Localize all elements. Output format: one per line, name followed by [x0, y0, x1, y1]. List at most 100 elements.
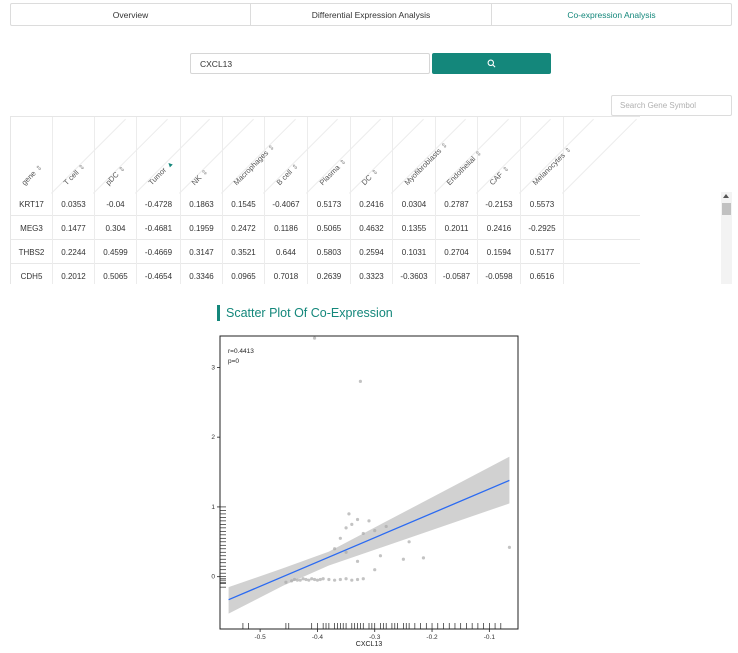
value-cell: 0.2244	[53, 240, 95, 264]
column-label-text: DC	[359, 172, 374, 187]
column-label[interactable]: T cell⇕	[62, 162, 87, 187]
column-header-dc[interactable]: DC⇕	[351, 117, 466, 194]
value-cell: -0.4681	[137, 216, 181, 240]
value-cell: -0.4728	[137, 192, 181, 216]
column-header-nk[interactable]: NK⇕	[181, 117, 296, 194]
value-cell: 0.5065	[308, 216, 351, 240]
data-point	[367, 519, 371, 523]
gene-search-input[interactable]: CXCL13	[190, 53, 430, 74]
value-cell: 0.3323	[351, 264, 393, 284]
data-point	[347, 512, 351, 516]
column-label-text: T cell	[61, 168, 81, 187]
data-point	[292, 577, 297, 582]
value-cell: 0.1594	[478, 240, 521, 264]
value-cell: 0.304	[95, 216, 137, 240]
column-header-endothelial[interactable]: Endothelial ⇕	[436, 117, 551, 194]
y-tick-label: 1	[211, 504, 215, 511]
data-point	[284, 580, 288, 584]
data-point	[290, 579, 294, 583]
column-header-t-cell[interactable]: T cell⇕	[53, 117, 168, 194]
value-cell: 0.5177	[521, 240, 564, 264]
sort-icon[interactable]: ⇕	[78, 163, 87, 172]
value-cell: 0.0304	[393, 192, 436, 216]
sort-icon[interactable]: ⇕	[501, 165, 510, 174]
sort-icon[interactable]: ⇕	[35, 164, 44, 173]
column-label[interactable]: B cell⇕	[274, 161, 300, 187]
data-point	[344, 526, 348, 530]
value-cell: -0.4067	[265, 192, 308, 216]
column-label[interactable]: gene⇕	[20, 163, 44, 187]
search-button[interactable]	[432, 53, 551, 74]
column-header-plasma[interactable]: Plasma⇕	[308, 117, 424, 194]
p-value-annotation: p=0	[228, 358, 239, 365]
data-point	[307, 578, 311, 582]
tab-coexpression[interactable]: Co-expression Analysis	[492, 4, 731, 25]
x-tick-label: -0.5	[255, 634, 267, 641]
column-label-text: gene	[19, 168, 38, 187]
data-point	[355, 559, 360, 563]
sort-icon[interactable]: ⇕	[291, 163, 300, 172]
column-header-tumor[interactable]: Tumor▲	[137, 117, 254, 194]
value-cell: 0.2011	[436, 216, 478, 240]
column-label[interactable]: Plasma⇕	[317, 157, 347, 187]
table-row[interactable]: KRT17 0.0353 -0.04 -0.4728 0.1863 0.1545 -0.40…	[10, 192, 640, 216]
column-header-pdc[interactable]: pDC⇕	[95, 117, 210, 194]
column-label-text: CAF	[487, 170, 505, 187]
value-cell: -0.0587	[436, 264, 478, 284]
sort-active-icon[interactable]: ▲	[165, 160, 175, 170]
data-point	[298, 578, 302, 582]
column-label[interactable]: Melanocytes⇕	[530, 145, 572, 187]
table-row[interactable]: MEG3 0.1477 0.304 -0.4681 0.1959 0.2472 0.1186…	[10, 216, 640, 240]
sort-icon[interactable]: ⇕	[201, 168, 210, 177]
y-tick-label: 0	[211, 574, 215, 581]
tab-overview[interactable]: Overview	[11, 4, 251, 25]
data-point	[507, 545, 512, 549]
column-label[interactable]: NK⇕	[190, 167, 210, 187]
table-header: gene⇕ T cell⇕ pDC⇕ Tumor▲ NK⇕ Macrophages⇕ B c…	[10, 116, 640, 194]
gene-cell: KRT17	[11, 192, 53, 216]
data-point	[350, 522, 354, 526]
scroll-thumb[interactable]	[722, 203, 731, 215]
column-header-b-cell[interactable]: B cell⇕	[265, 117, 381, 194]
tab-differential-expression[interactable]: Differential Expression Analysis	[251, 4, 492, 25]
value-cell: 0.644	[265, 240, 308, 264]
value-cell: 0.2012	[53, 264, 95, 284]
column-label-text: B cell	[274, 167, 294, 187]
search-gene-symbol-input[interactable]: Search Gene Symbol	[611, 95, 732, 116]
column-label[interactable]: Tumor▲	[147, 158, 176, 187]
value-cell: 0.1355	[393, 216, 436, 240]
column-header-myofibroblasts[interactable]: Myofibroblasts⇕	[393, 117, 509, 194]
x-tick-label: -0.1	[484, 634, 496, 641]
value-cell: -0.4654	[137, 264, 181, 284]
scatter-section-title: Scatter Plot Of Co-Expression	[217, 305, 393, 321]
value-cell: 0.1031	[393, 240, 436, 264]
column-header-macrophages[interactable]: Macrophages⇕	[223, 117, 338, 194]
y-tick-label: 3	[211, 364, 215, 371]
table-scrollbar[interactable]	[721, 192, 732, 284]
scatter-plot-svg: -0.5 -0.4 -0.3 -0.2 -0.1 0 1 2 3 CXCL13 r=0.4413 p=…	[211, 335, 519, 648]
sort-icon[interactable]: ⇕	[338, 158, 347, 167]
scroll-up-arrow-icon[interactable]	[723, 194, 729, 198]
value-cell: 0.2416	[478, 216, 521, 240]
value-cell: -0.2925	[521, 216, 564, 240]
table-row[interactable]: THBS2 0.2244 0.4599 -0.4669 0.3147 0.3521 0.64…	[10, 240, 640, 264]
column-header-gene[interactable]: gene⇕	[11, 117, 126, 194]
gene-cell: MEG3	[11, 216, 53, 240]
data-point	[350, 578, 354, 582]
value-cell: -0.0598	[478, 264, 521, 284]
data-point	[315, 578, 320, 582]
column-header-caf[interactable]: CAF⇕	[478, 117, 594, 194]
value-cell: -0.2153	[478, 192, 521, 216]
table-row[interactable]: CDH5 0.2012 0.5065 -0.4654 0.3346 0.0965 0.701…	[10, 264, 640, 284]
column-label-text: Plasma	[317, 162, 342, 187]
sort-icon[interactable]: ⇕	[371, 168, 380, 177]
sort-icon[interactable]: ⇕	[563, 146, 572, 155]
correlation-r-annotation: r=0.4413	[228, 348, 254, 355]
sort-icon[interactable]: ⇕	[118, 165, 127, 174]
value-cell: 0.2787	[436, 192, 478, 216]
column-label[interactable]: CAF⇕	[487, 164, 510, 187]
data-point	[338, 577, 342, 582]
column-label[interactable]: pDC⇕	[104, 164, 127, 187]
column-label[interactable]: DC⇕	[360, 167, 380, 187]
column-header-melanocytes[interactable]: Melanocytes⇕	[521, 117, 637, 194]
